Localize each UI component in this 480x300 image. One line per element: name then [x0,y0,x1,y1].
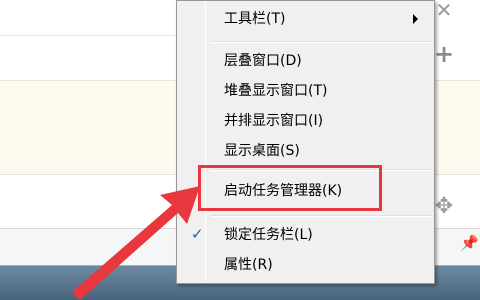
menu-item-lock-taskbar[interactable]: ✓ 锁定任务栏(L) [179,223,432,247]
menu-item-label: 工具栏(T) [224,11,286,27]
menu-item-stack-windows[interactable]: 堆叠显示窗口(T) [179,79,432,103]
plus-icon[interactable]: + [434,42,454,66]
menu-item-cascade-windows[interactable]: 层叠窗口(D) [179,49,432,73]
menu-item-properties[interactable]: 属性(R) [179,253,432,277]
highlight-box [198,165,382,211]
menu-item-label: 锁定任务栏(L) [224,227,313,243]
menu-item-toolbars[interactable]: 工具栏(T) [179,7,432,31]
move-icon[interactable]: ✥ [432,196,456,220]
menu-item-show-desktop[interactable]: 显示桌面(S) [179,139,432,163]
chevron-right-icon [413,14,418,24]
divider-line [0,35,176,36]
menu-item-label: 层叠窗口(D) [224,53,302,69]
close-icon[interactable]: ✕ [434,0,454,20]
menu-item-label: 并排显示窗口(I) [224,113,324,129]
menu-item-side-by-side[interactable]: 并排显示窗口(I) [179,109,432,133]
check-icon: ✓ [191,225,204,243]
menu-item-label: 显示桌面(S) [224,143,300,159]
menu-item-label: 属性(R) [224,257,273,273]
menu-separator [211,41,432,43]
menu-item-label: 堆叠显示窗口(T) [224,83,328,99]
menu-separator [211,215,432,217]
taskbar-context-menu: 工具栏(T) 层叠窗口(D) 堆叠显示窗口(T) 并排显示窗口(I) 显示桌面(… [176,0,435,284]
pin-icon[interactable]: 📌 [460,234,479,252]
